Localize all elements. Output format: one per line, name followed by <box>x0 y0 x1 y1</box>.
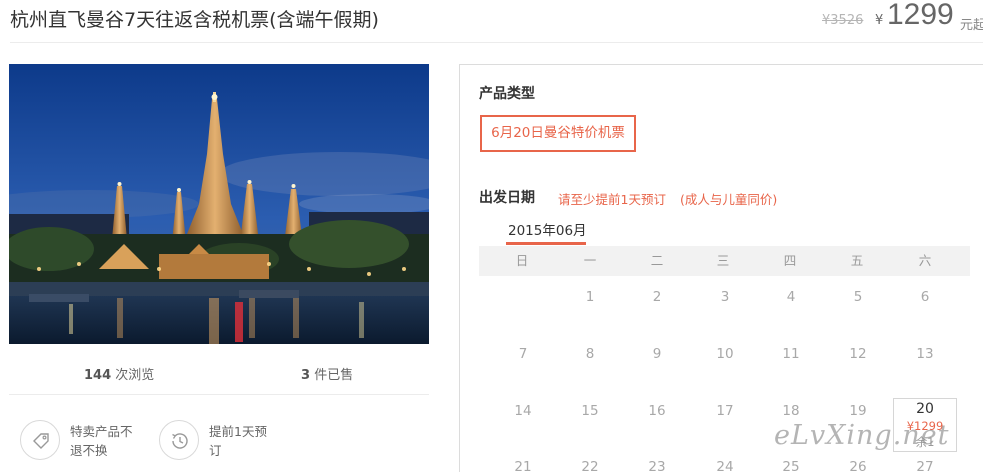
sold-count-label: 件已售 <box>314 368 354 383</box>
current-price: 1299 <box>887 0 954 31</box>
stats-divider <box>9 394 429 395</box>
same-price-hint: (成人与儿童同价) <box>680 192 778 207</box>
original-price: ¥3526 <box>822 13 864 28</box>
calendar-day: 12 <box>849 346 867 362</box>
weekday-tue: 二 <box>650 253 664 268</box>
product-type-option-selected[interactable]: 6月20日曼谷特价机票 <box>480 115 636 152</box>
weekday-wed: 三 <box>716 253 730 268</box>
product-photo[interactable] <box>9 64 429 344</box>
calendar-day: 22 <box>581 459 599 472</box>
month-tab-2015-06[interactable]: 2015年06月 <box>508 219 587 239</box>
calendar-day: 6 <box>920 289 930 305</box>
calendar-day: 4 <box>786 289 796 305</box>
feature-advance-booking-text: 提前1天预订 <box>209 424 267 458</box>
calendar-day: 19 <box>849 403 867 419</box>
calendar-day: 13 <box>916 346 934 362</box>
calendar-day: 5 <box>853 289 863 305</box>
departure-date-title: 出发日期 <box>479 190 535 206</box>
product-title: 杭州直飞曼谷7天往返含税机票(含端午假期) <box>10 9 379 31</box>
calendar-day: 16 <box>648 403 666 419</box>
price-unit: 元起 <box>960 18 983 33</box>
weekday-mon: 一 <box>583 253 597 268</box>
weekday-fri: 五 <box>850 253 864 268</box>
tag-icon <box>20 420 60 460</box>
calendar-day: 26 <box>849 459 867 472</box>
calendar-day: 11 <box>782 346 800 362</box>
sold-count-number: 3 <box>301 368 311 383</box>
header-divider <box>10 42 983 43</box>
calendar-day: 15 <box>581 403 599 419</box>
month-tab-underline <box>506 242 586 245</box>
calendar-day: 1 <box>585 289 595 305</box>
advance-booking-hint: 请至少提前1天预订 <box>558 192 666 207</box>
calendar-day: 17 <box>716 403 734 419</box>
sold-count: 3 件已售 <box>301 364 353 383</box>
product-type-title: 产品类型 <box>479 86 535 102</box>
weekday-sun: 日 <box>515 253 529 268</box>
calendar-day: 25 <box>782 459 800 472</box>
weekday-header: 日 一 二 三 四 五 六 <box>479 246 970 276</box>
calendar-day: 14 <box>514 403 532 419</box>
view-count-number: 144 <box>84 368 112 383</box>
weekday-thu: 四 <box>783 253 797 268</box>
calendar-day: 9 <box>652 346 662 362</box>
calendar-day: 7 <box>518 346 528 362</box>
booking-panel: 产品类型 6月20日曼谷特价机票 出发日期 请至少提前1天预订 (成人与儿童同价… <box>459 64 983 472</box>
calendar-day: 27 <box>916 459 934 472</box>
calendar-day: 21 <box>514 459 532 472</box>
temple-night-scene-image <box>9 64 429 344</box>
calendar-day: 10 <box>716 346 734 362</box>
calendar-day: 2 <box>652 289 662 305</box>
view-count-label: 次浏览 <box>115 368 155 383</box>
calendar-day: 8 <box>585 346 595 362</box>
available-day-number: 20 <box>916 401 934 417</box>
currency-symbol: ¥ <box>875 13 884 28</box>
feature-no-refund-text: 特卖产品不退不换 <box>70 424 133 458</box>
calendar-day: 18 <box>782 403 800 419</box>
view-count: 144 次浏览 <box>84 364 154 383</box>
calendar-day: 3 <box>720 289 730 305</box>
clock-history-icon <box>159 420 199 460</box>
site-watermark: eLvXing.net <box>774 420 950 451</box>
calendar-day: 24 <box>716 459 734 472</box>
calendar-day: 23 <box>648 459 666 472</box>
weekday-sat: 六 <box>918 253 932 268</box>
